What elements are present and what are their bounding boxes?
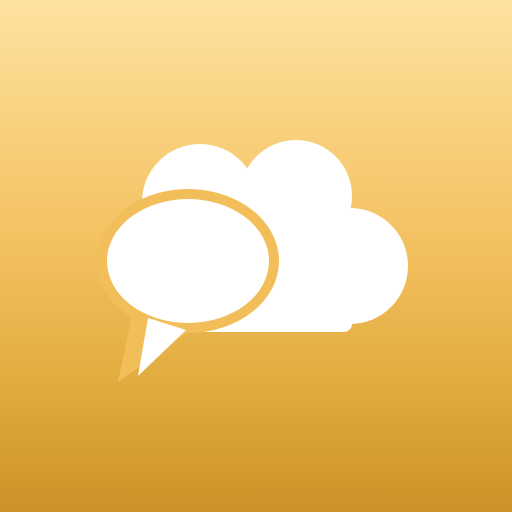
- speech-bubble: [97, 189, 279, 382]
- app-icon: [0, 0, 512, 512]
- cloud-chat-bubble-icon: [97, 140, 408, 382]
